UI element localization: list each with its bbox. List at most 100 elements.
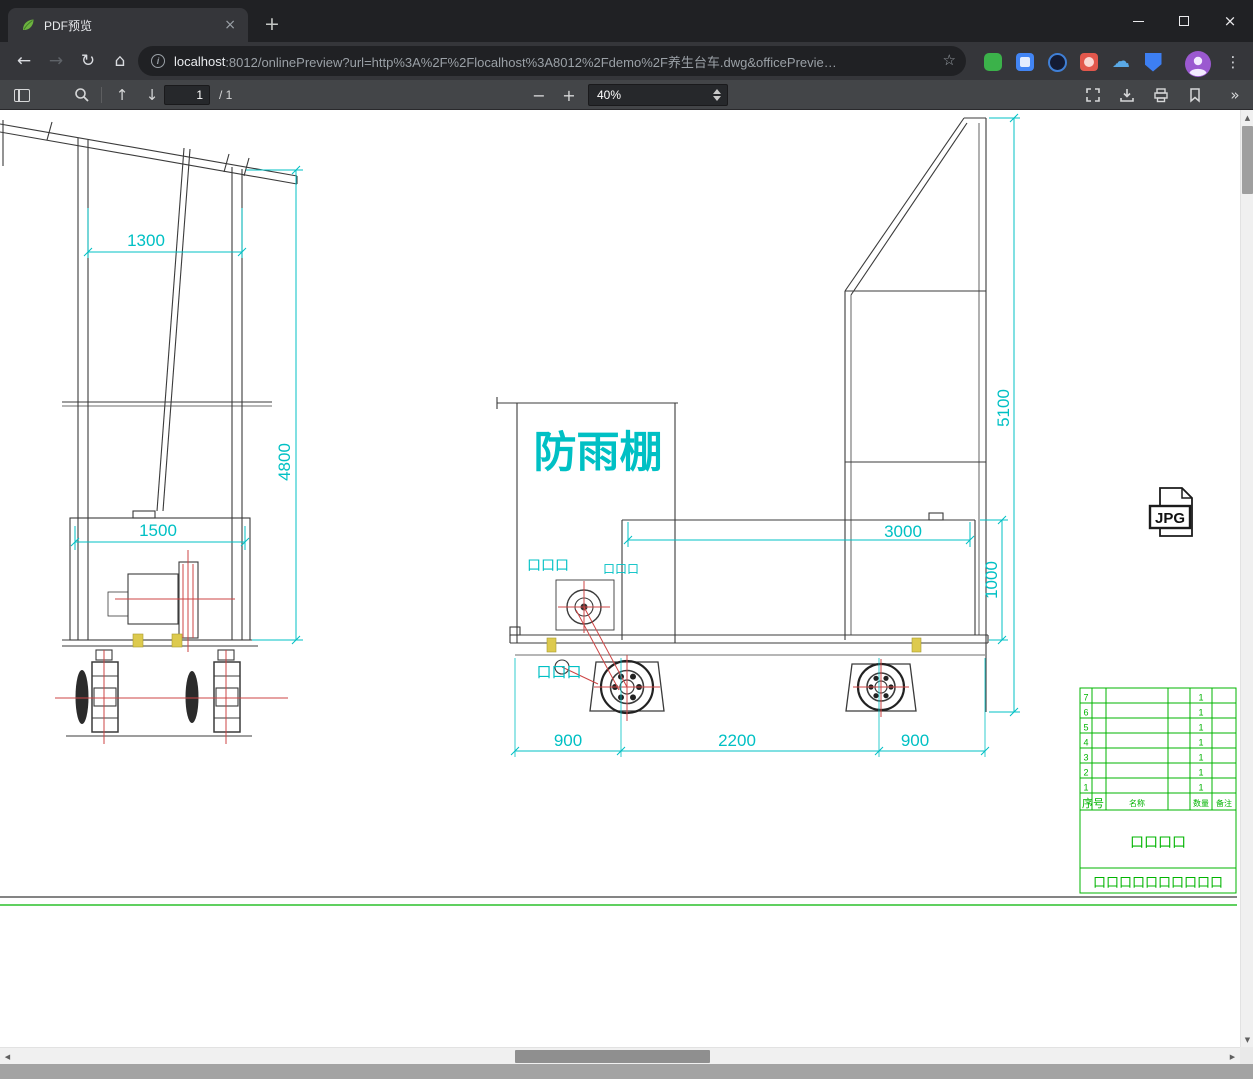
row-no-6: 6 bbox=[1083, 708, 1088, 718]
dim-900-right-label: 900 bbox=[901, 731, 929, 750]
next-page-button[interactable]: ↓ bbox=[138, 80, 166, 110]
avatar-person-icon bbox=[1185, 51, 1211, 77]
page-number-input[interactable] bbox=[164, 85, 210, 105]
extension-icon-2[interactable] bbox=[1014, 51, 1036, 73]
row-qty: 1 bbox=[1198, 723, 1203, 733]
bookmark-icon bbox=[1190, 88, 1200, 103]
row-no-2: 2 bbox=[1083, 768, 1088, 778]
jpg-file-icon: JPG bbox=[1148, 487, 1193, 537]
side-note-1: 口口口 bbox=[527, 557, 569, 573]
side-view-structure bbox=[496, 117, 989, 715]
red-extension-icon bbox=[1080, 53, 1098, 71]
horizontal-scrollbar[interactable]: ◀ ▶ bbox=[0, 1047, 1240, 1064]
bookmark-star-icon[interactable]: ☆ bbox=[943, 51, 956, 69]
front-view-dimension-text: 1300 4800 1500 bbox=[127, 231, 294, 540]
find-button[interactable] bbox=[68, 80, 96, 110]
title-block-text: 7 6 5 4 3 2 1 1 1 1 1 1 1 1 序号 名称 数量 备注 … bbox=[1082, 693, 1232, 891]
row-qty: 1 bbox=[1198, 708, 1203, 718]
scroll-left-icon[interactable]: ◀ bbox=[0, 1048, 15, 1065]
window-titlebar: PDF预览 × + × bbox=[0, 0, 1253, 42]
row-no-1: 1 bbox=[1083, 783, 1088, 793]
jpg-badge-label: JPG bbox=[1155, 510, 1185, 527]
dim-3000-label: 3000 bbox=[884, 522, 922, 541]
page-count-label: / 1 bbox=[219, 88, 233, 102]
browser-tab[interactable]: PDF预览 × bbox=[8, 8, 248, 42]
site-info-icon[interactable]: i bbox=[151, 54, 165, 68]
cad-drawing: 1300 4800 1500 防雨棚 3000 1000 5100 900 22… bbox=[0, 113, 1237, 906]
zoom-level-value: 40% bbox=[597, 88, 622, 102]
extension-icon-3[interactable] bbox=[1046, 51, 1068, 73]
address-bar[interactable]: i localhost :8012/onlinePreview?url=http… bbox=[138, 46, 966, 76]
vertical-scrollbar-thumb[interactable] bbox=[1242, 126, 1253, 194]
dim-2200-label: 2200 bbox=[718, 731, 756, 750]
row-qty: 1 bbox=[1198, 693, 1203, 703]
minimize-icon bbox=[1132, 20, 1144, 22]
home-button[interactable]: ⌂ bbox=[106, 46, 134, 76]
zoom-level-select[interactable]: 40% bbox=[588, 84, 728, 106]
row-no-5: 5 bbox=[1083, 723, 1088, 733]
presentation-mode-button[interactable] bbox=[1080, 80, 1106, 110]
select-spinner-icon bbox=[713, 89, 721, 101]
side-view-labels: 防雨棚 3000 1000 5100 900 2200 900 口口口 口口口 … bbox=[527, 389, 1013, 750]
tab-close-icon[interactable]: × bbox=[220, 17, 240, 33]
col-header-qty: 数量 bbox=[1193, 798, 1209, 808]
row-no-4: 4 bbox=[1083, 738, 1088, 748]
front-view-structure bbox=[0, 120, 298, 737]
col-header-no: 序号 bbox=[1082, 796, 1104, 810]
print-button[interactable] bbox=[1148, 80, 1174, 110]
new-tab-button[interactable]: + bbox=[258, 10, 286, 38]
profile-avatar[interactable] bbox=[1185, 51, 1211, 82]
forward-button[interactable]: → bbox=[42, 46, 70, 76]
maximize-icon bbox=[1179, 16, 1189, 26]
reload-button[interactable]: ↻ bbox=[74, 46, 102, 76]
maximize-button[interactable] bbox=[1161, 0, 1207, 42]
side-note-3: 口口口 bbox=[536, 664, 581, 681]
url-host: localhost bbox=[174, 53, 226, 69]
side-view-pads bbox=[546, 637, 922, 653]
browser-menu-button[interactable]: ⋮ bbox=[1222, 51, 1244, 73]
close-icon: × bbox=[1223, 11, 1237, 30]
download-button[interactable] bbox=[1114, 80, 1140, 110]
toolbar-divider bbox=[101, 87, 102, 103]
tab-title: PDF预览 bbox=[44, 18, 93, 33]
extension-icon-6[interactable] bbox=[1142, 51, 1164, 73]
zoom-in-button[interactable]: + bbox=[557, 80, 581, 110]
close-button[interactable]: × bbox=[1207, 0, 1253, 42]
side-note-2: 口口口 bbox=[603, 562, 639, 576]
sidebar-toggle-button[interactable] bbox=[8, 80, 36, 110]
back-button[interactable]: ← bbox=[10, 46, 38, 76]
dim-1000-label: 1000 bbox=[982, 561, 1001, 599]
zoom-out-button[interactable]: − bbox=[527, 80, 551, 110]
scroll-down-icon[interactable]: ▼ bbox=[1241, 1032, 1253, 1047]
scroll-up-icon[interactable]: ▲ bbox=[1241, 110, 1253, 125]
scroll-right-icon[interactable]: ▶ bbox=[1225, 1048, 1240, 1065]
row-no-7: 7 bbox=[1083, 693, 1088, 703]
col-header-note: 备注 bbox=[1216, 798, 1232, 808]
dark-circle-extension-icon bbox=[1047, 52, 1067, 72]
front-view-centerlines bbox=[55, 550, 288, 744]
extension-icon-5[interactable]: ☁ bbox=[1110, 51, 1132, 73]
previous-page-button[interactable]: ↑ bbox=[108, 80, 136, 110]
pdf-page-content: 1300 4800 1500 防雨棚 3000 1000 5100 900 22… bbox=[0, 110, 1240, 1047]
rain-shelter-label: 防雨棚 bbox=[534, 429, 663, 477]
minimize-button[interactable] bbox=[1115, 0, 1161, 42]
scrollbar-corner bbox=[1240, 1047, 1253, 1064]
side-view-centerlines bbox=[558, 581, 909, 721]
download-icon bbox=[1120, 89, 1134, 102]
url-path: :8012/onlinePreview?url=http%3A%2F%2Floc… bbox=[225, 54, 837, 70]
row-qty: 1 bbox=[1198, 768, 1203, 778]
search-icon bbox=[75, 88, 89, 102]
dim-900-left-label: 900 bbox=[554, 731, 582, 750]
print-icon bbox=[1154, 88, 1168, 103]
more-tools-button[interactable]: » bbox=[1222, 80, 1248, 110]
title-block-grid bbox=[1079, 687, 1237, 894]
dim-1300-label: 1300 bbox=[127, 231, 165, 250]
front-view-dimensions bbox=[70, 165, 303, 645]
horizontal-scrollbar-thumb[interactable] bbox=[515, 1050, 710, 1063]
dim-5100-label: 5100 bbox=[994, 389, 1013, 427]
extension-icon-1[interactable] bbox=[982, 51, 1004, 73]
vertical-scrollbar[interactable]: ▲ ▼ bbox=[1240, 110, 1253, 1047]
dim-4800-label: 4800 bbox=[275, 443, 294, 481]
bookmark-button[interactable] bbox=[1182, 80, 1208, 110]
extension-icon-4[interactable] bbox=[1078, 51, 1100, 73]
